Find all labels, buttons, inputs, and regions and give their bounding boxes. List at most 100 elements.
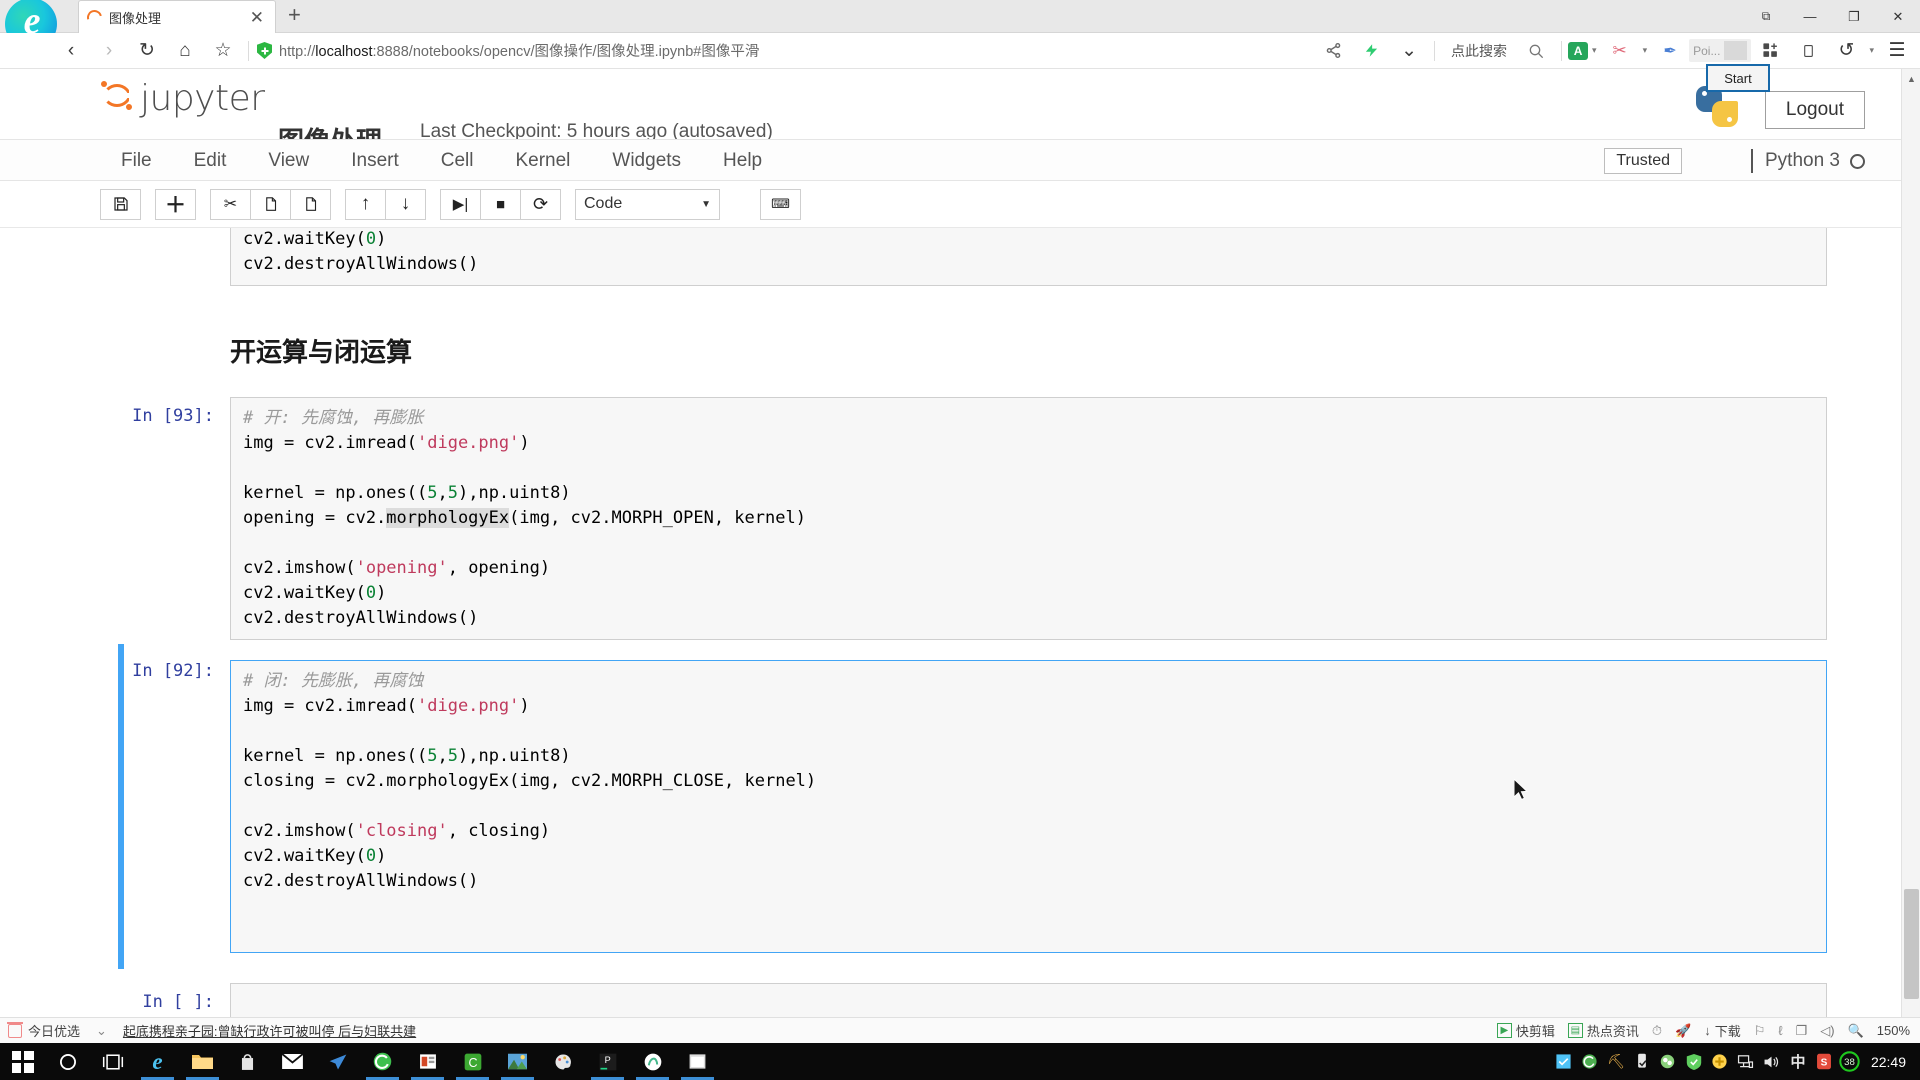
markdown-cell[interactable]: 开运算与闭运算 (0, 332, 1885, 369)
browser-tab[interactable]: 图像处理 ✕ (78, 0, 276, 33)
code-cell-selected[interactable]: In [92]: # 闭: 先膨胀, 再腐蚀 img = cv2.imread('… (0, 644, 1885, 969)
cell-input[interactable]: # 闭: 先膨胀, 再腐蚀 img = cv2.imread('dige.png'… (230, 660, 1827, 953)
jupyter-logo[interactable]: jupyter (100, 81, 265, 117)
close-icon[interactable]: ✕ (247, 9, 267, 26)
daily-deals-label[interactable]: 今日优选 (28, 1021, 80, 1040)
move-cell-up-button[interactable]: ↑ (345, 188, 386, 220)
window-icon[interactable]: ❐ (1796, 1023, 1808, 1039)
zoom-level-label[interactable]: 150% (1877, 1023, 1910, 1038)
device-icon[interactable] (1789, 34, 1827, 68)
menu-widgets[interactable]: Widgets (591, 140, 702, 182)
photos-icon[interactable] (495, 1043, 540, 1080)
pycharm-icon[interactable]: P (585, 1043, 630, 1080)
refresh-icon[interactable]: ↻ (128, 34, 166, 68)
powerpoint-icon[interactable] (405, 1043, 450, 1080)
insert-cell-below-button[interactable]: ＋ (155, 188, 196, 220)
taskbar-clock[interactable]: 22:49 (1871, 1054, 1906, 1070)
download-tray-icon[interactable]: ⛏ (1603, 1043, 1629, 1080)
chevron-down-icon[interactable]: ▾ (1643, 45, 1648, 56)
flag-icon[interactable]: ⚐ (1754, 1023, 1766, 1039)
edge-icon[interactable]: ℓ (1778, 1023, 1782, 1038)
guard-tray-icon[interactable] (1707, 1043, 1733, 1080)
scrollbar-thumb[interactable] (1904, 889, 1919, 999)
wechat-tray-icon[interactable] (1655, 1043, 1681, 1080)
new-tab-button[interactable]: + (288, 4, 301, 26)
menu-view[interactable]: View (247, 140, 330, 182)
360-tray-icon[interactable] (1577, 1043, 1603, 1080)
edge-taskbar-icon[interactable]: e (135, 1043, 180, 1080)
chevron-down-icon[interactable]: ▾ (1869, 45, 1874, 56)
poi-extension-button[interactable]: Poi... (1689, 39, 1752, 62)
mail-icon[interactable] (270, 1043, 315, 1080)
chevron-down-icon[interactable]: ▾ (1592, 45, 1597, 56)
cell-input[interactable]: # 开: 先腐蚀, 再膨胀 img = cv2.imread('dige.png'… (230, 397, 1827, 640)
usb-tray-icon[interactable] (1629, 1043, 1655, 1080)
volume-tray-icon[interactable] (1759, 1043, 1785, 1080)
code-cell[interactable]: cv2.imshow('res', res)cv2.waitKey(0)cv2.… (0, 228, 1885, 286)
translate-extension-icon[interactable]: A (1568, 41, 1589, 60)
search-hint-label[interactable]: 点此搜索 (1451, 41, 1507, 61)
run-cell-button[interactable]: ▶| (440, 188, 481, 220)
move-cell-down-button[interactable]: ↓ (385, 188, 426, 220)
menu-file[interactable]: File (100, 140, 173, 182)
cut-cell-button[interactable]: ✂ (210, 188, 251, 220)
save-button[interactable] (100, 188, 141, 220)
360-browser-icon[interactable] (360, 1043, 405, 1080)
network-tray-icon[interactable] (1733, 1043, 1759, 1080)
rocket-icon[interactable]: 🚀 (1675, 1023, 1691, 1039)
ime-tray-icon[interactable]: 中 (1785, 1043, 1811, 1080)
volume-icon[interactable]: ◁) (1820, 1023, 1834, 1039)
cell-input[interactable]: cv2.imshow('res', res)cv2.waitKey(0)cv2.… (230, 228, 1827, 286)
menu-edit[interactable]: Edit (173, 140, 248, 182)
notification-badge[interactable]: 38 (1837, 1043, 1863, 1080)
back-icon[interactable]: ‹ (52, 34, 90, 68)
menu-help[interactable]: Help (702, 140, 783, 182)
speed-icon[interactable]: ⏱ (1652, 1023, 1662, 1039)
news-headline[interactable]: 起底携程亲子园:曾缺行政许可被叫停 后与妇联共建 (123, 1021, 416, 1040)
chevron-down-icon[interactable]: ⌄ (96, 1023, 107, 1039)
restart-kernel-button[interactable]: ⟳ (520, 188, 561, 220)
cortana-button[interactable] (45, 1043, 90, 1080)
chevron-down-icon[interactable]: ⌄ (1390, 34, 1428, 68)
qq-tray-icon[interactable] (1551, 1043, 1577, 1080)
menu-icon[interactable]: ☰ (1878, 34, 1916, 68)
interrupt-kernel-button[interactable]: ■ (480, 188, 521, 220)
terminal-icon[interactable] (675, 1043, 720, 1080)
start-button[interactable] (0, 1043, 45, 1080)
page-scrollbar[interactable]: ▲ ▼ (1901, 69, 1920, 1037)
logout-button[interactable]: Logout (1764, 91, 1865, 129)
download-icon[interactable]: ↓ 下载 (1704, 1021, 1741, 1040)
cell-type-select[interactable]: Code ▼ (575, 188, 720, 220)
duplicate-window-icon[interactable]: ⧉ (1744, 0, 1788, 33)
task-view-button[interactable] (90, 1043, 135, 1080)
forward-icon[interactable]: › (90, 34, 128, 68)
store-icon[interactable] (225, 1043, 270, 1080)
trusted-badge[interactable]: Trusted (1604, 148, 1682, 174)
wps-icon[interactable]: C (450, 1043, 495, 1080)
search-icon[interactable] (1517, 34, 1555, 68)
home-icon[interactable]: ⌂ (166, 34, 204, 68)
anaconda-icon[interactable] (630, 1043, 675, 1080)
menu-cell[interactable]: Cell (420, 140, 495, 182)
history-icon[interactable]: ↺ (1827, 34, 1865, 68)
reading-mode-icon[interactable] (1352, 34, 1390, 68)
shield-tray-icon[interactable] (1681, 1043, 1707, 1080)
search-icon[interactable]: 🔍 (1848, 1023, 1864, 1039)
sogou-tray-icon[interactable]: S (1811, 1043, 1837, 1080)
copy-cell-button[interactable] (250, 188, 291, 220)
foxmail-icon[interactable] (315, 1043, 360, 1080)
menu-insert[interactable]: Insert (330, 140, 420, 182)
notes-extension-icon[interactable] (1751, 34, 1789, 68)
maximize-button[interactable]: ❐ (1832, 0, 1876, 33)
menu-kernel[interactable]: Kernel (494, 140, 591, 182)
hot-news-icon[interactable]: ▤ 热点资讯 (1567, 1021, 1639, 1040)
scissors-extension-icon[interactable]: ✂ (1601, 34, 1639, 68)
code-cell[interactable]: In [93]: # 开: 先腐蚀, 再膨胀 img = cv2.imread('… (0, 397, 1885, 640)
pen-extension-icon[interactable]: ✒ (1651, 34, 1689, 68)
favorite-icon[interactable]: ☆ (204, 34, 242, 68)
clip-editor-icon[interactable]: ▶ 快剪辑 (1496, 1021, 1555, 1040)
share-icon[interactable] (1314, 34, 1352, 68)
address-bar[interactable]: http://localhost:8888/notebooks/opencv/图… (255, 34, 1314, 68)
paste-cell-button[interactable] (290, 188, 331, 220)
close-window-button[interactable]: ✕ (1876, 0, 1920, 33)
